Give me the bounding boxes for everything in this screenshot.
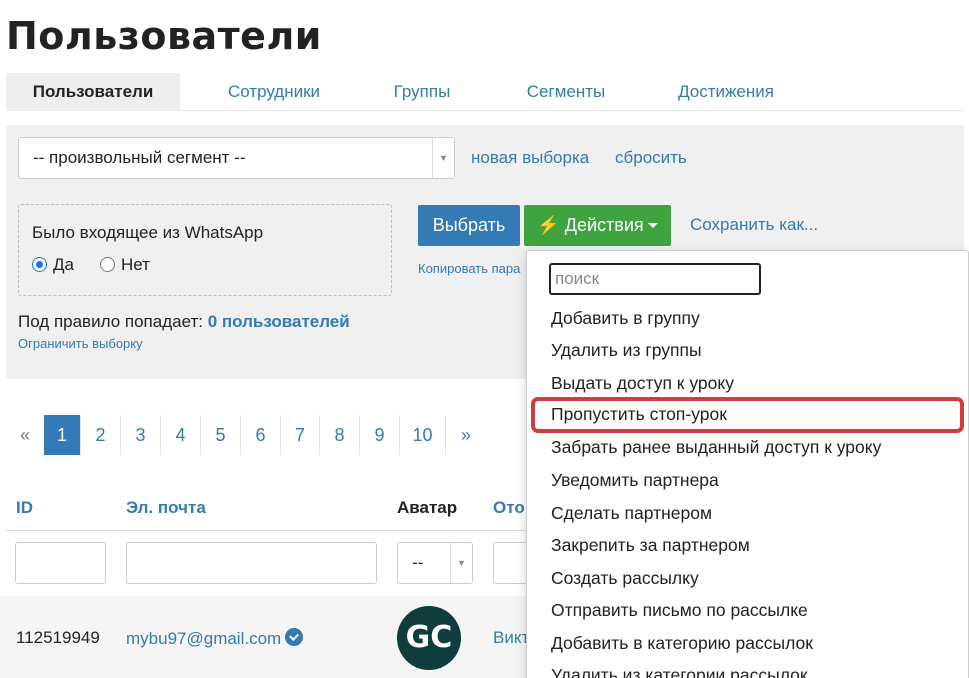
rule-count-prefix: Под правило попадает: bbox=[18, 312, 203, 331]
page-item[interactable]: 4 bbox=[161, 415, 201, 455]
new-selection-link[interactable]: новая выборка bbox=[471, 148, 589, 168]
verified-check-icon bbox=[285, 628, 304, 646]
menu-item-revoke-lesson-access[interactable]: Забрать ранее выданный доступ к уроку bbox=[551, 437, 881, 458]
cell-email[interactable]: mybu97@gmail.com bbox=[126, 628, 304, 649]
tab-segments[interactable]: Сегменты bbox=[506, 73, 626, 111]
radio-checked-icon[interactable] bbox=[32, 257, 47, 272]
chevron-down-icon: ▼ bbox=[432, 138, 454, 178]
page-item[interactable]: 1 bbox=[44, 415, 81, 455]
rule-box: Было входящее из WhatsApp Да Нет bbox=[18, 204, 392, 296]
email-filter-input[interactable] bbox=[126, 542, 377, 584]
page-item[interactable]: 2 bbox=[81, 415, 121, 455]
menu-item-add-to-group[interactable]: Добавить в группу bbox=[551, 308, 700, 329]
rule-label: Было входящее из WhatsApp bbox=[32, 223, 264, 242]
column-header-id[interactable]: ID bbox=[16, 498, 33, 518]
menu-item-send-mailing-letter[interactable]: Отправить письмо по рассылке bbox=[551, 600, 808, 621]
segment-select-value: -- произвольный сегмент -- bbox=[33, 148, 246, 167]
page-item[interactable]: 9 bbox=[360, 415, 400, 455]
reset-link[interactable]: сбросить bbox=[615, 148, 687, 168]
page-item[interactable]: 5 bbox=[201, 415, 241, 455]
menu-item-remove-from-mailing-category[interactable]: Удалить из категории рассылок bbox=[551, 665, 808, 678]
rule-count: Под правило попадает: 0 пользователей bbox=[18, 312, 350, 332]
tab-employees[interactable]: Сотрудники bbox=[206, 73, 342, 111]
page-prev[interactable]: « bbox=[6, 415, 44, 455]
select-button[interactable]: Выбрать bbox=[418, 205, 520, 246]
tab-achievements[interactable]: Достижения bbox=[661, 73, 791, 111]
radio-no[interactable]: Нет bbox=[100, 255, 150, 275]
actions-search-input[interactable]: поиск bbox=[549, 263, 761, 295]
avatar-filter-select[interactable]: -- ▼ bbox=[397, 542, 473, 584]
tabs-bar: Пользователи Сотрудники Группы Сегменты … bbox=[6, 73, 964, 111]
cell-email-text[interactable]: mybu97@gmail.com bbox=[126, 629, 281, 648]
page-next[interactable]: » bbox=[446, 415, 486, 455]
highlight-box bbox=[531, 397, 964, 433]
copy-params-link[interactable]: Копировать пара bbox=[418, 261, 526, 276]
chevron-down-icon: ▼ bbox=[450, 543, 472, 583]
radio-yes-label: Да bbox=[53, 255, 74, 274]
caret-down-icon bbox=[647, 223, 658, 228]
menu-item-notify-partner[interactable]: Уведомить партнера bbox=[551, 470, 719, 491]
page-item[interactable]: 10 bbox=[400, 415, 446, 455]
avatar[interactable]: GC bbox=[397, 606, 461, 670]
column-header-from[interactable]: Ото bbox=[493, 498, 525, 518]
radio-yes[interactable]: Да bbox=[32, 255, 74, 275]
menu-item-grant-lesson-access[interactable]: Выдать доступ к уроку bbox=[551, 373, 734, 394]
page-item[interactable]: 8 bbox=[320, 415, 360, 455]
menu-item-remove-from-group[interactable]: Удалить из группы bbox=[551, 340, 702, 361]
actions-dropdown-menu: поиск Добавить в группу Удалить из групп… bbox=[526, 250, 969, 678]
tab-groups[interactable]: Группы bbox=[376, 73, 468, 111]
avatar-filter-value: -- bbox=[412, 553, 424, 572]
lightning-icon: ⚡ bbox=[537, 215, 560, 235]
id-filter-input[interactable] bbox=[15, 542, 106, 584]
actions-button-label: Действия bbox=[564, 215, 644, 235]
menu-item-make-partner[interactable]: Сделать партнером bbox=[551, 503, 712, 524]
radio-unchecked-icon[interactable] bbox=[100, 257, 115, 272]
page-title: Пользователи bbox=[6, 14, 322, 58]
rule-count-value[interactable]: 0 пользователей bbox=[208, 312, 350, 331]
menu-item-assign-to-partner[interactable]: Закрепить за партнером bbox=[551, 535, 750, 556]
cell-id: 112519949 bbox=[16, 628, 100, 647]
column-header-email[interactable]: Эл. почта bbox=[126, 498, 206, 518]
save-as-link[interactable]: Сохранить как... bbox=[690, 215, 818, 235]
menu-item-add-to-mailing-category[interactable]: Добавить в категорию рассылок bbox=[551, 633, 813, 654]
segment-select[interactable]: -- произвольный сегмент -- ▼ bbox=[18, 137, 455, 179]
page-item[interactable]: 7 bbox=[281, 415, 320, 455]
tab-users[interactable]: Пользователи bbox=[6, 73, 180, 111]
actions-button[interactable]: ⚡ Действия bbox=[524, 205, 671, 246]
limit-selection-link[interactable]: Ограничить выборку bbox=[18, 336, 143, 351]
radio-no-label: Нет bbox=[121, 255, 150, 274]
page-item[interactable]: 6 bbox=[241, 415, 281, 455]
cell-from[interactable]: Викт bbox=[493, 628, 529, 648]
column-header-avatar: Аватар bbox=[397, 498, 458, 517]
page-item[interactable]: 3 bbox=[121, 415, 161, 455]
menu-item-create-mailing[interactable]: Создать рассылку bbox=[551, 568, 699, 589]
